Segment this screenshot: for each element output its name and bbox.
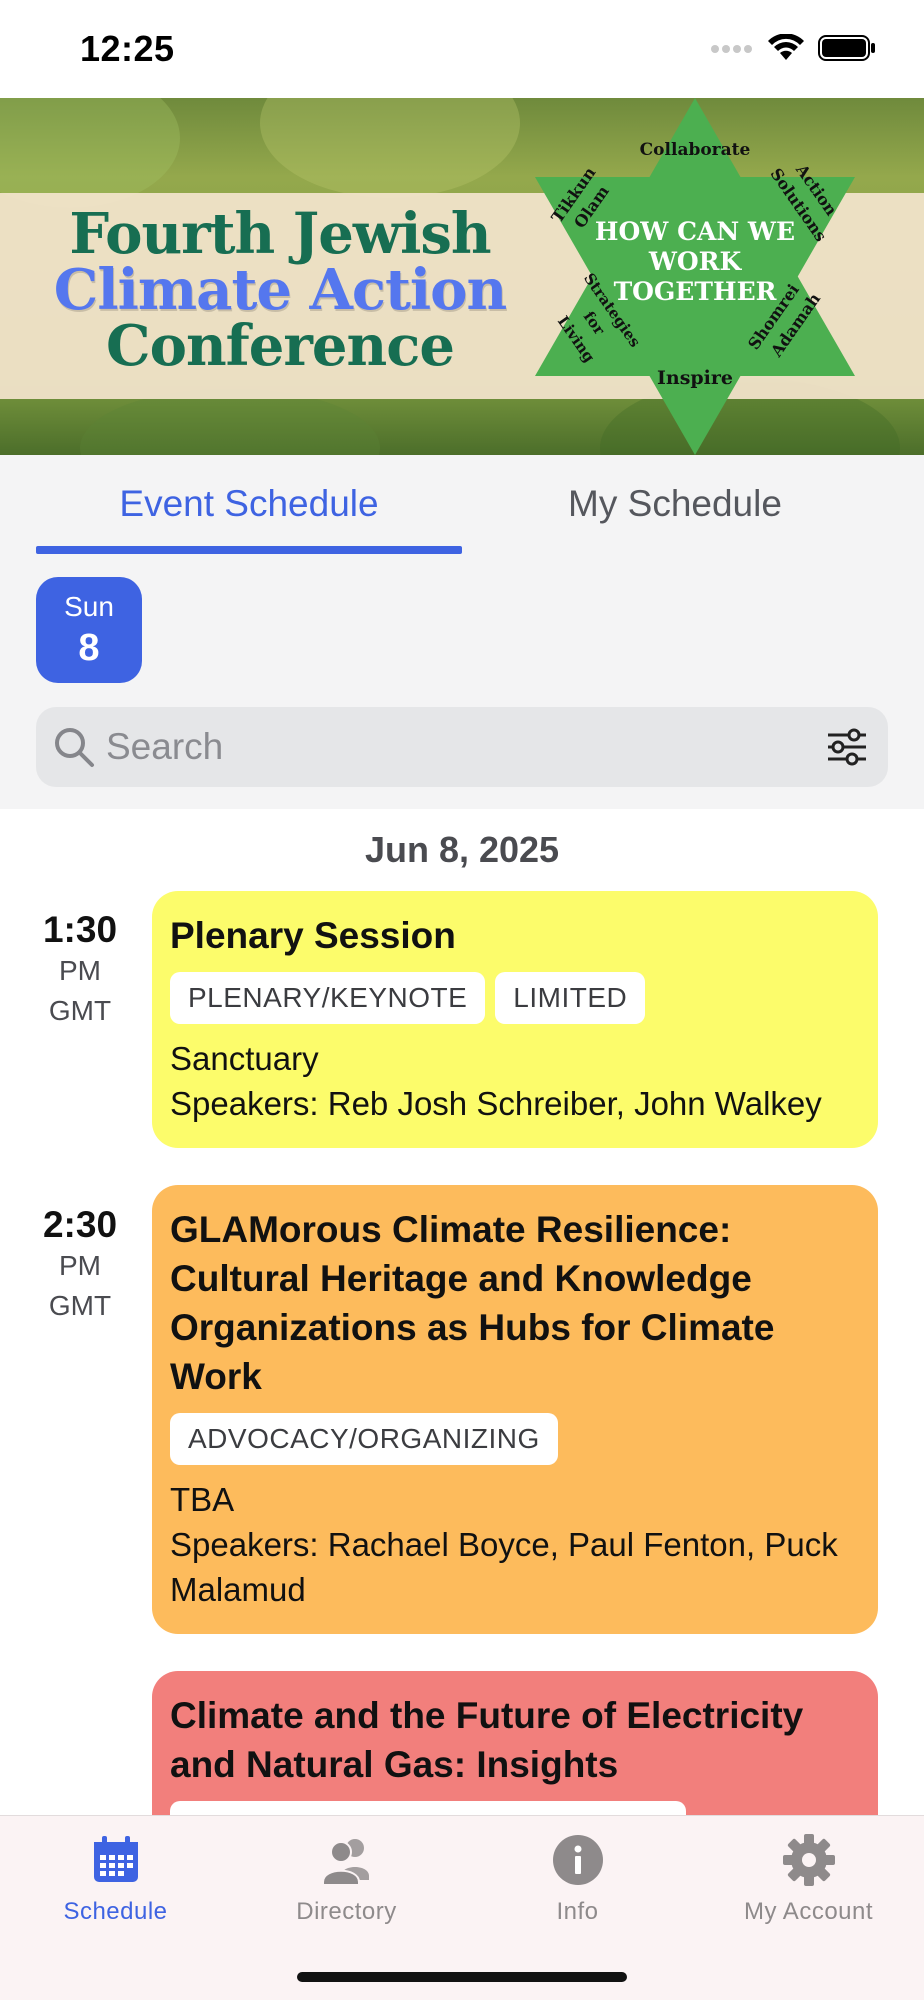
status-time: 12:25 (80, 28, 175, 69)
tab-bar-label: Info (556, 1898, 599, 1925)
tab-bar-label: My Account (743, 1898, 874, 1925)
session-card[interactable]: Climate and the Future of Electricity an… (152, 1671, 878, 1815)
search-bar[interactable] (36, 707, 888, 787)
tab-event-schedule[interactable]: Event Schedule (36, 483, 462, 525)
banner-title-line1: Fourth Jewish (69, 201, 491, 267)
wifi-icon (768, 34, 804, 60)
session-title: Plenary Session (170, 915, 456, 956)
tab-my-schedule[interactable]: My Schedule (462, 483, 888, 525)
session-speakers: Speakers: Rachael Boyce, Paul Fenton, Pu… (170, 1526, 838, 1608)
gear-icon (782, 1834, 835, 1886)
status-bar: 12:25 (0, 0, 924, 98)
banner-foliage (0, 98, 180, 208)
banner-foliage (260, 98, 520, 198)
tab-bar-directory[interactable]: Directory (231, 1832, 462, 1926)
tab-bar-schedule[interactable]: Schedule (0, 1832, 231, 1926)
bottom-tab-bar: Schedule Directory Info My Account (0, 1815, 924, 2000)
star-word-bottom: Inspire (657, 367, 733, 389)
session-card[interactable]: GLAMorous Climate Resilience: Cultural H… (152, 1185, 878, 1634)
date-heading: Jun 8, 2025 (364, 829, 560, 870)
schedule-list: Jun 8, 2025 1:30 PM GMT Plenary Session … (0, 809, 924, 1815)
session-tags: ADVOCACY/ORGANIZING (170, 1413, 860, 1465)
session-tag: ADVOCACY/ORGANIZING (170, 1413, 558, 1465)
tab-bar-label: Schedule (63, 1898, 168, 1925)
calendar-icon (93, 1836, 138, 1882)
active-tab-indicator (36, 546, 462, 554)
session-time-value: 2:30 (42, 1204, 118, 1245)
session-tags: PLENARY/KEYNOTE LIMITED (170, 972, 860, 1024)
session-time: 2:30 PM GMT (20, 1204, 140, 1326)
banner-title-line2: Climate Action (53, 257, 507, 323)
session-location: Sanctuary (170, 1040, 319, 1077)
search-icon (55, 728, 94, 767)
session-tag (170, 1801, 686, 1815)
filter-icon[interactable] (826, 727, 868, 767)
tab-bar-my-account[interactable]: My Account (693, 1832, 924, 1926)
session-tag: LIMITED (495, 972, 646, 1024)
day-chip-date: 8 (78, 627, 100, 669)
people-icon (321, 1839, 369, 1886)
star-center-line1: HOW CAN WE (595, 217, 795, 246)
day-chip-sun-8[interactable]: Sun 8 (36, 577, 142, 683)
info-icon (552, 1835, 603, 1885)
session-time-zone: GMT (48, 995, 112, 1026)
tab-bar-info[interactable]: Info (462, 1832, 693, 1926)
tab-bar-label: Directory (296, 1898, 397, 1925)
star-word-top: Collaborate (640, 140, 751, 160)
session-time-value: 1:30 (42, 909, 118, 950)
battery-icon (818, 35, 875, 61)
schedule-tabs: Event Schedule My Schedule (0, 455, 924, 555)
session-tags (170, 1801, 860, 1815)
star-center-line2: WORK (648, 247, 743, 276)
star-of-david-logo: HOW CAN WE WORK TOGETHER Collaborate Ins… (535, 98, 855, 455)
day-chip-weekday: Sun (64, 591, 114, 622)
signal-icon (711, 45, 752, 53)
session-card[interactable]: Plenary Session PLENARY/KEYNOTE LIMITED … (152, 891, 878, 1148)
session-time-ampm: PM (59, 955, 101, 986)
session-speakers: Speakers: Reb Josh Schreiber, John Walke… (170, 1085, 822, 1122)
star-center-line3: TOGETHER (614, 277, 777, 306)
status-icons (710, 34, 876, 62)
conference-banner: Fourth Jewish Climate Action Conference … (0, 98, 924, 455)
session-title: GLAMorous Climate Resilience: Cultural H… (170, 1209, 775, 1397)
schedule-controls: Sun 8 (0, 555, 924, 809)
session-time: 1:30 PM GMT (20, 909, 140, 1031)
search-input[interactable] (106, 717, 806, 777)
banner-title: Fourth Jewish Climate Action Conference (30, 206, 530, 374)
session-title: Climate and the Future of Electricity an… (170, 1695, 804, 1785)
session-location: TBA (170, 1481, 235, 1518)
session-tag: PLENARY/KEYNOTE (170, 972, 486, 1024)
session-time-zone: GMT (48, 1290, 112, 1321)
home-indicator (297, 1972, 627, 1982)
session-time-ampm: PM (59, 1250, 101, 1281)
banner-title-line3: Conference (106, 313, 455, 379)
